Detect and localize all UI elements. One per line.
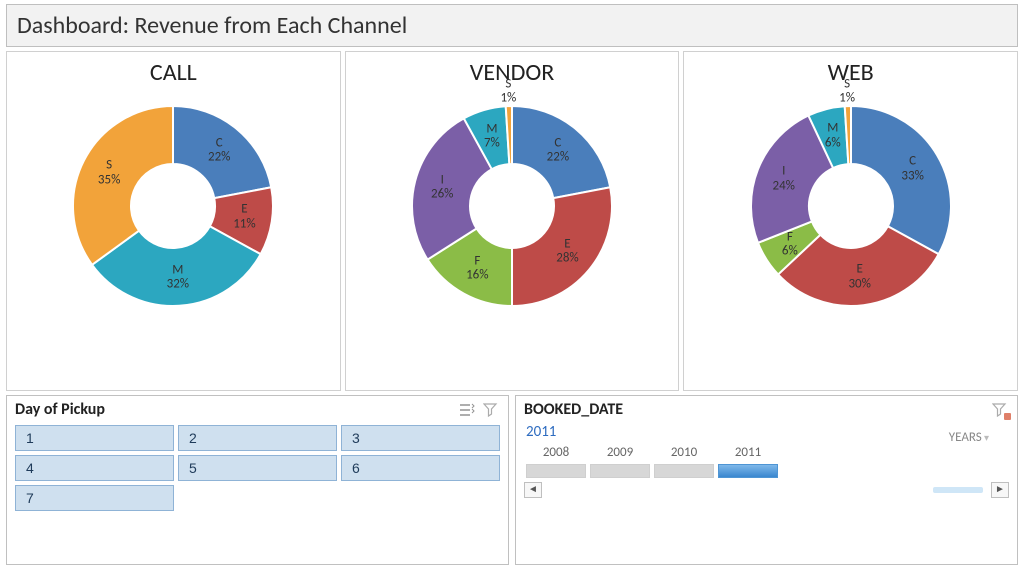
clear-filter-icon[interactable] <box>482 402 500 418</box>
timeline-scroll-indicator[interactable] <box>550 487 983 493</box>
chart-slice-label-E: E30% <box>848 263 870 292</box>
timeline-track: 2008 2009 2010 2011 <box>516 441 1017 480</box>
timeline-selected-label: 2011 <box>516 421 1017 441</box>
chart-slice-label-I: I24% <box>772 165 794 194</box>
chart-web: WEB C33%E30%F6%I24%M6%S1% <box>683 51 1018 391</box>
chart-slice-label-F: F16% <box>466 255 488 284</box>
chart-slice-label-C: C22% <box>547 136 569 165</box>
timeline-year-2008[interactable]: 2008 <box>526 445 586 478</box>
chart-slice-label-C: C33% <box>901 155 923 184</box>
slicer-day-item-3[interactable]: 3 <box>341 425 500 451</box>
slicer-day-item-4[interactable]: 4 <box>15 455 174 481</box>
chart-slice-label-F: F6% <box>782 230 798 259</box>
timeline-nav: ◄ ► <box>516 480 1017 502</box>
timeline-year-bar[interactable] <box>526 464 586 478</box>
chart-slice-label-E: E11% <box>233 203 255 232</box>
chart-slice-label-M: M6% <box>825 122 841 151</box>
timeline-level-label[interactable]: YEARS <box>949 430 989 445</box>
timeline-year-bar[interactable] <box>590 464 650 478</box>
donut-web: C33%E30%F6%I24%M6%S1% <box>736 91 966 321</box>
donut-vendor: C22%E28%F16%I26%M7%S1% <box>397 91 627 321</box>
dashboard-title: Dashboard: Revenue from Each Channel <box>17 11 407 40</box>
clear-timeline-filter-icon[interactable] <box>991 402 1009 418</box>
timeline-year-bar[interactable] <box>718 464 778 478</box>
slicer-day-item-6[interactable]: 6 <box>341 455 500 481</box>
chart-slice-label-S: S35% <box>98 159 120 188</box>
chart-call: CALL C22% E11% M32% S35% <box>6 51 341 391</box>
chart-vendor: VENDOR C22%E28%F16%I26%M7%S1% <box>345 51 680 391</box>
slicer-day-title: Day of Pickup <box>15 400 452 419</box>
donut-call: C22% E11% M32% S35% <box>58 91 288 321</box>
chart-slice-label-I: I26% <box>431 174 453 203</box>
dashboard-title-bar: Dashboard: Revenue from Each Channel <box>6 4 1018 47</box>
slicer-day-item-2[interactable]: 2 <box>178 425 337 451</box>
chart-title-call: CALL <box>7 58 340 87</box>
slicer-day-item-7[interactable]: 7 <box>15 485 174 511</box>
slicer-day-item-5[interactable]: 5 <box>178 455 337 481</box>
slicers-row: Day of Pickup 123 456 7 BOOKED_DATE 2011 Y… <box>6 395 1018 565</box>
chart-slice-label-S: S1% <box>500 78 516 107</box>
chart-slice-label-M: M7% <box>484 123 500 152</box>
multiselect-icon[interactable] <box>458 402 476 418</box>
timeline-year-2010[interactable]: 2010 <box>654 445 714 478</box>
timeline-year-label: 2008 <box>526 445 586 460</box>
slicer-day-grid: 123 456 7 <box>15 425 500 511</box>
timeline-title: BOOKED_DATE <box>524 400 985 419</box>
chart-slice-label-C: C22% <box>208 136 230 165</box>
timeline-next-button[interactable]: ► <box>991 482 1009 498</box>
chart-slice-label-S: S1% <box>839 78 855 107</box>
chart-slice-label-M: M32% <box>167 264 189 293</box>
timeline-year-label: 2010 <box>654 445 714 460</box>
timeline-booked-date: BOOKED_DATE 2011 YEARS 2008200920102011 … <box>515 395 1018 565</box>
slicer-day-item-1[interactable]: 1 <box>15 425 174 451</box>
timeline-year-label: 2009 <box>590 445 650 460</box>
slicer-header: Day of Pickup <box>7 396 508 421</box>
timeline-year-2009[interactable]: 2009 <box>590 445 650 478</box>
chart-slice-label-E: E28% <box>556 238 578 267</box>
timeline-year-bar[interactable] <box>654 464 714 478</box>
timeline-prev-button[interactable]: ◄ <box>524 482 542 498</box>
timeline-header: BOOKED_DATE <box>516 396 1017 421</box>
chart-slice-S <box>73 106 173 265</box>
charts-row: CALL C22%E11%M32%S35% VENDOR C22%E28%F16… <box>6 51 1018 391</box>
slicer-day-of-pickup: Day of Pickup 123 456 7 <box>6 395 509 565</box>
timeline-year-2011[interactable]: 2011 <box>718 445 778 478</box>
timeline-year-label: 2011 <box>718 445 778 460</box>
